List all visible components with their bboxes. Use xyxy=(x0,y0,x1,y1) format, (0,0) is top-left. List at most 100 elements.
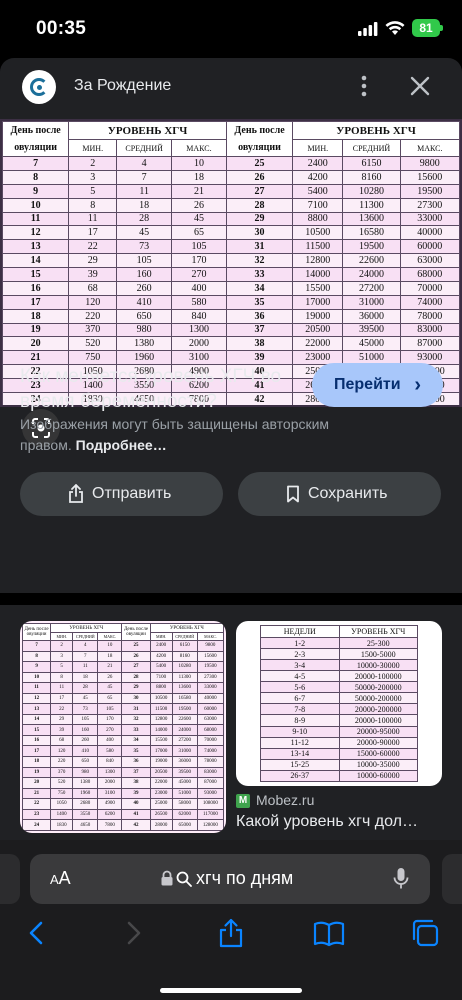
table-cell: 8 xyxy=(2,169,70,185)
table-cell: 7100 xyxy=(149,671,173,684)
table-cell: 15000-60000 xyxy=(338,747,418,760)
table-cell: 83000 xyxy=(399,322,460,338)
table-cell: 63000 xyxy=(196,713,225,726)
table-cell: 20000-95000 xyxy=(338,725,418,738)
table-cell: 17 xyxy=(50,692,74,705)
table-cell: 29 xyxy=(50,713,74,726)
table-cell: 20 xyxy=(2,336,70,352)
table-cell: 40 xyxy=(121,798,151,810)
table-cell: 27 xyxy=(121,661,151,673)
table-row: 22105026804900402500058000108000 xyxy=(21,798,225,810)
table-cell: 10500 xyxy=(149,692,173,705)
table-row: 18 220 650 840 36 19000 36000 78000 xyxy=(21,756,225,768)
share-sheet-icon[interactable] xyxy=(214,916,248,950)
table-cell: 4650 xyxy=(72,819,99,831)
table-cell: 19500 xyxy=(171,703,198,715)
table-cell: 520 xyxy=(50,777,74,789)
table-cell: 410 xyxy=(72,745,99,757)
table-cell: 11-12 xyxy=(260,736,340,749)
table-cell: 13 xyxy=(21,703,52,715)
table-cell: 400 xyxy=(171,280,227,296)
table-cell: 1380 xyxy=(116,336,173,352)
table-cell: 6200 xyxy=(97,808,123,821)
table-cell: 10280 xyxy=(171,661,198,673)
table-cell: 73 xyxy=(116,239,173,255)
table-cell: 18 xyxy=(97,650,123,663)
table-cell: 33000 xyxy=(196,682,225,694)
table-cell: 28 xyxy=(225,197,294,213)
table-cell: 27300 xyxy=(399,197,460,213)
table-cell: 2 xyxy=(68,156,118,171)
table-cell: 1400 xyxy=(50,808,74,821)
address-bar[interactable]: AA хгч по дням xyxy=(30,854,430,904)
table-cell: 39 xyxy=(225,350,294,366)
max-header: МАКС. xyxy=(171,139,227,157)
result-thumbnail-1[interactable]: День после овуляции УРОВЕНЬ ХГЧ День пос… xyxy=(20,621,226,833)
table-cell: 8 xyxy=(68,197,118,213)
microphone-icon[interactable] xyxy=(392,867,410,891)
table-cell: 34 xyxy=(225,280,294,296)
table-cell: 980 xyxy=(116,322,173,338)
table-cell: 39 xyxy=(68,267,118,282)
table-cell: 108000 xyxy=(196,798,225,810)
previous-tab-peek[interactable] xyxy=(0,854,20,904)
table-cell: 17 xyxy=(2,294,70,310)
table-cell: 28 xyxy=(72,682,99,694)
text-size-big-label: A xyxy=(58,868,71,888)
site-name[interactable]: За Рождение xyxy=(74,77,171,95)
wifi-icon xyxy=(385,21,405,35)
level-header: УРОВЕНЬ ХГЧ xyxy=(149,623,225,633)
table-cell: 120 xyxy=(50,745,74,757)
table-cell: 32 xyxy=(225,253,294,268)
tabs-icon[interactable] xyxy=(408,916,442,950)
table-cell: 980 xyxy=(72,766,99,779)
learn-more-link[interactable]: Подробнее… xyxy=(76,437,167,453)
table-cell: 15500 xyxy=(149,734,173,747)
table-cell: 20000-100000 xyxy=(338,670,418,683)
back-icon[interactable] xyxy=(20,916,54,950)
table-cell: 38 xyxy=(121,777,151,789)
table-cell: 27200 xyxy=(342,280,401,296)
table-cell: 24000 xyxy=(171,724,198,736)
table-cell: 51000 xyxy=(171,787,198,800)
visit-button[interactable]: Перейти › xyxy=(312,363,443,407)
table-cell: 750 xyxy=(50,787,74,800)
table-cell: 50000-200000 xyxy=(338,692,418,705)
table-cell: 22 xyxy=(21,798,52,810)
level-header: УРОВЕНЬ ХГЧ xyxy=(50,623,123,633)
next-tab-peek[interactable] xyxy=(442,854,462,904)
table-cell: 29 xyxy=(121,682,151,694)
table-cell: 2400 xyxy=(292,156,344,171)
table-cell: 10000-35000 xyxy=(338,758,418,771)
table-cell: 14000 xyxy=(149,724,173,736)
table-row: 12 17 45 65 30 10500 16580 40000 xyxy=(21,692,225,705)
table-cell: 18 xyxy=(72,671,99,684)
table-cell: 15600 xyxy=(399,169,460,185)
table-cell: 38 xyxy=(225,336,294,352)
more-options-icon[interactable] xyxy=(352,72,376,100)
share-button[interactable]: Отправить xyxy=(20,472,223,516)
table-cell: 45 xyxy=(171,211,227,227)
text-size-button[interactable]: AA xyxy=(50,868,71,889)
table-cell: 1960 xyxy=(72,787,99,800)
save-button[interactable]: Сохранить xyxy=(238,472,441,516)
table-cell: 30 xyxy=(225,225,294,241)
table-row: 5-6 50000-200000 xyxy=(260,681,418,694)
table-cell: 8160 xyxy=(342,169,401,185)
table-cell: 1960 xyxy=(116,350,173,366)
result-thumbnail-2[interactable]: НЕДЕЛИ УРОВЕНЬ ХГЧ 1-2 25-300 2-3 1500-5000… xyxy=(236,621,442,786)
bookmarks-icon[interactable] xyxy=(312,916,346,950)
table-cell: 17 xyxy=(68,225,118,241)
table-cell: 2 xyxy=(50,640,74,652)
table-cell: 1380 xyxy=(72,777,99,789)
min-header: МИН. xyxy=(149,632,173,641)
close-icon[interactable] xyxy=(406,72,434,100)
table-cell: 10 xyxy=(2,197,70,213)
table-cell: 750 xyxy=(68,350,118,366)
site-logo-icon[interactable] xyxy=(22,70,56,104)
forward-icon[interactable] xyxy=(116,916,150,950)
avg-header: СРЕДНИЙ xyxy=(342,139,401,157)
table-cell: 11 xyxy=(2,211,70,227)
result-2-title[interactable]: Какой уровень хгч дол… xyxy=(236,813,442,831)
table-cell: 18 xyxy=(171,169,227,185)
